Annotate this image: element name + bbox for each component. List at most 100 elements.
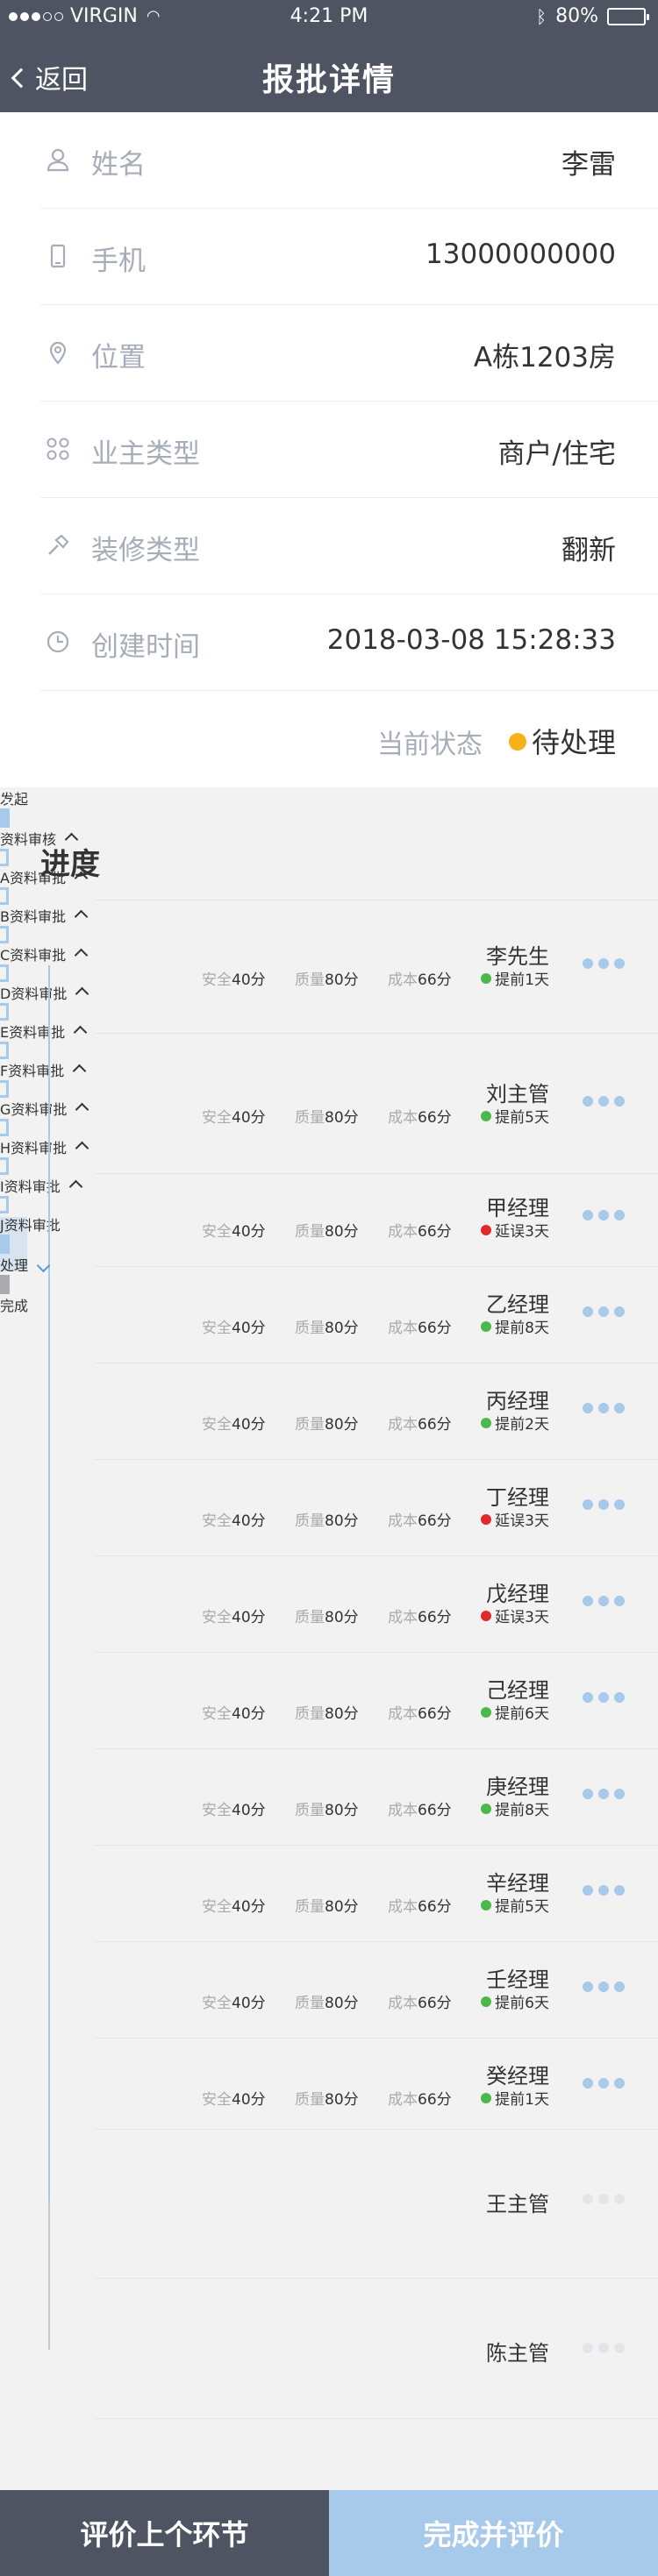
bluetooth-icon: ᛒ [536,5,547,27]
status-tag: 提前8天 [481,1315,549,1337]
step-metrics: 安全40分 质量80分 成本66分 [202,1412,481,1434]
more-options-icon[interactable] [583,958,625,969]
metric-value: 40分 [232,1416,266,1434]
more-options-icon[interactable] [583,1596,625,1606]
more-options-icon[interactable] [583,1789,625,1799]
metric-label: 成本 [388,1802,418,1819]
evaluate-previous-button[interactable]: 评价上个环节 [0,2490,329,2576]
step-name-label: C资料审批 [0,947,67,964]
metric-label: 质量 [295,1512,325,1530]
location-pin-icon [49,341,67,365]
location-label: 位置 [91,342,146,374]
status-tag-label: 提前5天 [495,1109,549,1127]
metric-cost: 成本66分 [388,1508,481,1530]
metric-safety: 安全40分 [202,1894,295,1916]
chevron-up-icon[interactable] [75,1141,89,1156]
metric-label: 质量 [295,1705,325,1723]
metric-label: 安全 [202,1898,232,1916]
current-status-row: 当前状态 待处理 [40,691,658,787]
info-panel: 姓名 李雷 手机 13000000000 位置 A栋1203房 业主类型 商户/… [0,112,658,787]
metric-value: 66分 [418,1705,452,1723]
chevron-up-icon[interactable] [74,909,89,924]
metric-label: 成本 [388,1705,418,1723]
metric-label: 质量 [295,1320,325,1337]
step-name[interactable]: B资料审批 [0,905,658,926]
metric-cost: 成本66分 [388,1315,481,1337]
metric-value: 40分 [232,2091,266,2109]
metric-value: 66分 [418,1898,452,1916]
timeline-line-end [48,2201,50,2350]
status-tag-label: 提前1天 [495,2091,549,2109]
owner-type-value: 商户/住宅 [497,438,616,470]
metric-cost: 成本66分 [388,1219,481,1241]
more-options-icon[interactable] [583,1982,625,1992]
status-tag: 延误3天 [481,1219,549,1241]
chevron-up-icon[interactable] [75,1102,89,1117]
metric-cost: 成本66分 [388,1797,481,1819]
step-name[interactable]: C资料审批 [0,943,658,964]
step-name-label: B资料审批 [0,908,66,925]
metric-value: 40分 [232,1609,266,1626]
chevron-up-icon[interactable] [72,1064,87,1078]
step-name[interactable]: H资料审批 [0,1136,658,1157]
more-options-icon[interactable] [583,2343,625,2353]
metric-safety: 安全40分 [202,1990,295,2012]
more-options-icon[interactable] [583,2078,625,2089]
name-label: 姓名 [91,149,146,181]
metric-cost: 成本66分 [388,1412,481,1434]
divider [95,1845,658,1846]
metric-quality: 质量80分 [295,2087,388,2109]
status-tag: 提前5天 [481,1105,549,1127]
divider [95,1652,658,1653]
step-name[interactable]: F资料审批 [0,1059,658,1080]
metric-value: 40分 [232,1898,266,1916]
metric-value: 40分 [232,1320,266,1337]
chevron-up-icon[interactable] [73,1025,88,1040]
step-name[interactable]: 处理 [0,1254,658,1275]
step-name-label: 处理 [0,1257,29,1274]
bottom-actions: 评价上个环节 完成并评价 [0,2490,658,2576]
chevron-up-icon[interactable] [74,948,89,963]
status-tag: 提前6天 [481,1701,549,1723]
battery-percent: 80% [555,5,598,27]
more-options-icon[interactable] [583,1096,625,1107]
metric-value: 40分 [232,1995,266,2012]
status-dot-icon [481,1706,492,1718]
metric-value: 40分 [232,1223,266,1241]
status-tag: 提前2天 [481,1412,549,1434]
metric-safety: 安全40分 [202,1315,295,1337]
chevron-up-icon[interactable] [68,1179,83,1194]
more-options-icon[interactable] [583,1403,625,1413]
status-tag: 提前1天 [481,2087,549,2109]
status-tag-label: 提前6天 [495,1995,549,2012]
progress-section: 进度 发起李先生安全40分质量80分成本66分提前1天资料审核刘主管安全40分质… [0,787,658,2490]
metric-value: 40分 [232,1512,266,1530]
status-tag-label: 提前1天 [495,971,549,989]
divider [95,2129,658,2130]
step-person: 壬经理 [486,1968,549,1992]
more-options-icon[interactable] [583,2194,625,2204]
created-label: 创建时间 [91,631,200,663]
status-dot-icon [481,1110,492,1121]
more-options-icon[interactable] [583,1885,625,1896]
metric-value: 40分 [232,1802,266,1819]
more-options-icon[interactable] [583,1499,625,1510]
step-metrics: 安全40分 质量80分 成本66分 [202,1701,481,1723]
status-dot-icon [481,2092,492,2103]
step-name[interactable]: I资料审批 [0,1175,658,1196]
metric-label: 质量 [295,2091,325,2109]
step-name[interactable]: E资料审批 [0,1021,658,1042]
metric-label: 安全 [202,1609,232,1626]
status-tag: 提前8天 [481,1797,549,1819]
timeline-line [48,965,50,2201]
status-tag: 提前6天 [481,1990,549,2012]
metric-safety: 安全40分 [202,1797,295,1819]
complete-and-evaluate-button[interactable]: 完成并评价 [329,2490,658,2576]
metric-value: 80分 [325,1109,359,1127]
metric-value: 40分 [232,971,266,989]
more-options-icon[interactable] [583,1210,625,1220]
more-options-icon[interactable] [583,1306,625,1317]
metric-value: 80分 [325,1898,359,1916]
more-options-icon[interactable] [583,1692,625,1703]
chevron-up-icon[interactable] [75,986,89,1001]
